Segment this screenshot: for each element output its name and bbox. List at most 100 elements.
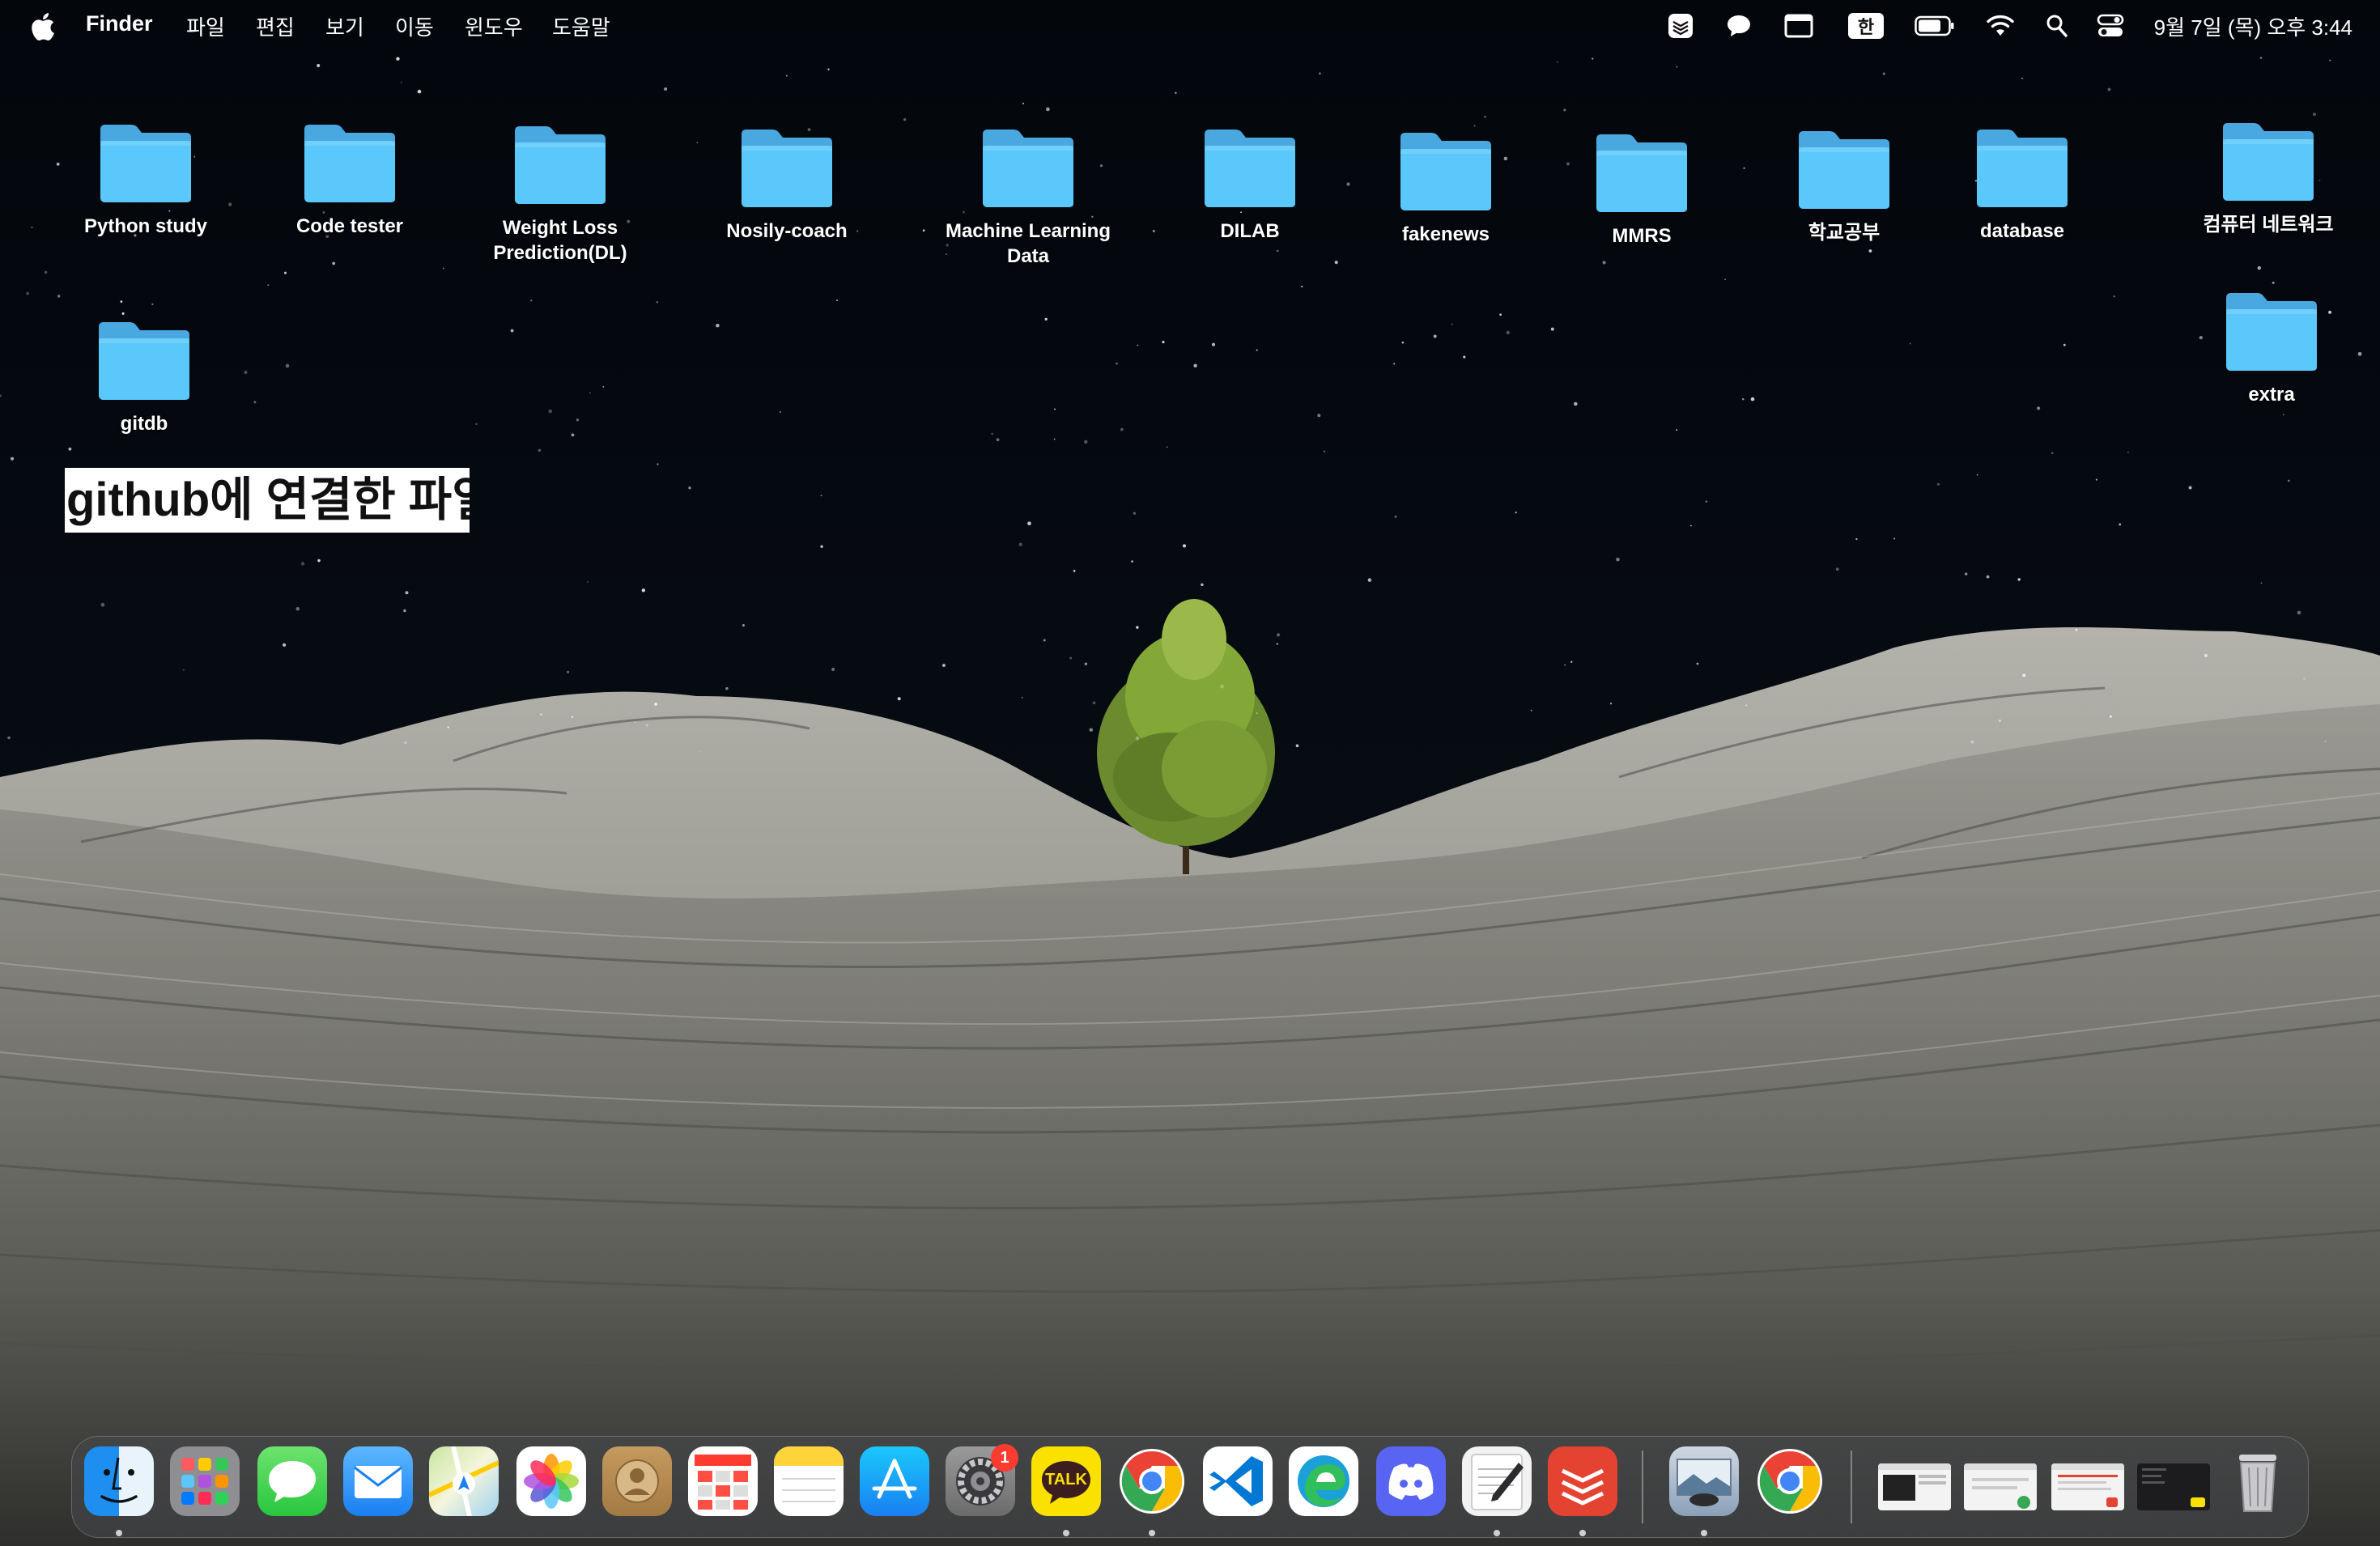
star (903, 118, 907, 121)
menu-edit[interactable]: 편집 (256, 11, 295, 41)
dock-todoist[interactable] (1548, 1446, 1617, 1516)
todoist-icon (1561, 1468, 1604, 1506)
folder-mmrs[interactable]: MMRS (1545, 131, 1739, 248)
folder-database[interactable]: database (1925, 126, 2119, 244)
spotlight-search-icon[interactable] (2043, 11, 2071, 40)
star (400, 82, 402, 84)
battery-icon[interactable] (1914, 11, 1956, 40)
star (1116, 362, 1118, 365)
star (68, 447, 72, 451)
dock-finder[interactable] (84, 1446, 154, 1516)
star (1166, 446, 1168, 448)
input-method-indicator[interactable]: 한 (1847, 11, 1885, 40)
star (1690, 525, 1692, 527)
star (1557, 61, 1558, 63)
menu-bar: Finder 파일 편집 보기 이동 윈도우 도움말 한 9월 7일 (목) 오… (0, 0, 2380, 52)
photos-icon (524, 1454, 579, 1509)
dock-chrome-2[interactable] (1755, 1446, 1825, 1516)
star (571, 716, 574, 719)
star (657, 463, 659, 465)
star (26, 291, 30, 295)
star (1976, 474, 1978, 476)
menu-bar-clock[interactable]: 9월 7일 (목) 오후 3:44 (2154, 11, 2352, 41)
star (1175, 91, 1177, 95)
star (510, 329, 514, 333)
folder-extra[interactable]: extra (2174, 290, 2369, 407)
menu-help[interactable]: 도움말 (552, 11, 610, 41)
star (120, 300, 123, 303)
dock-launchpad[interactable] (170, 1446, 240, 1516)
star (699, 750, 702, 753)
dock-kakaotalk[interactable]: TALK (1031, 1446, 1101, 1516)
wifi-icon[interactable] (1985, 11, 2016, 40)
star (2075, 628, 2078, 631)
star (1433, 334, 1437, 338)
menu-view[interactable]: 보기 (325, 11, 364, 41)
folder-machine-learning-data[interactable]: Machine Learning Data (931, 126, 1125, 269)
window-menu-icon[interactable] (1783, 11, 1815, 40)
minimized-window-3[interactable] (2051, 1463, 2124, 1510)
star (1724, 278, 1726, 281)
window-thumbnail (2051, 1463, 2124, 1507)
dock-notes[interactable] (774, 1446, 844, 1516)
dock-discord[interactable] (1376, 1446, 1446, 1516)
minimized-window-2[interactable] (1964, 1463, 2037, 1510)
dock-trash[interactable] (2223, 1446, 2293, 1516)
star (1276, 633, 1281, 637)
menu-window[interactable]: 윈도우 (465, 11, 523, 41)
folder-icon (983, 130, 1073, 207)
star (688, 486, 691, 490)
star (786, 74, 788, 77)
apple-menu-icon[interactable] (28, 11, 57, 42)
folder-code-tester[interactable]: Code tester (253, 121, 447, 239)
minimized-window-4[interactable] (2137, 1463, 2210, 1510)
trash-icon (2239, 1455, 2276, 1512)
star (742, 624, 745, 627)
dock-maps[interactable] (429, 1446, 499, 1516)
menu-file[interactable]: 파일 (186, 11, 225, 41)
dock-photos[interactable] (516, 1446, 586, 1516)
star (44, 270, 48, 274)
minimized-window-1[interactable] (1878, 1463, 1951, 1510)
star (1563, 108, 1566, 112)
folder-computer-network[interactable]: 컴퓨터 네트워크 (2171, 120, 2365, 237)
dock-mail[interactable] (343, 1446, 413, 1516)
star (1137, 344, 1139, 346)
dock-calendar[interactable] (688, 1446, 758, 1516)
dock-contacts[interactable] (602, 1446, 672, 1516)
folder-school-study[interactable]: 학교공부 (1747, 128, 1941, 245)
kakaotalk-label: TALK (1045, 1471, 1087, 1489)
star (1021, 696, 1023, 699)
star (2260, 582, 2263, 584)
messages-menu-icon[interactable] (1723, 11, 1755, 40)
dock-textedit[interactable] (1462, 1446, 1532, 1516)
desktop-text-note[interactable]: github에 연결한 파일 (65, 468, 470, 533)
star (295, 606, 300, 611)
star (2272, 281, 2275, 284)
dock-app-store[interactable] (860, 1446, 929, 1516)
folder-dilab[interactable]: DILAB (1153, 126, 1347, 244)
folder-nosily-coach[interactable]: Nosily-coach (690, 126, 884, 244)
star (1676, 66, 1678, 68)
control-center-icon[interactable] (2095, 11, 2126, 40)
textedit-icon (1471, 1454, 1524, 1510)
dock-chrome[interactable] (1117, 1446, 1187, 1516)
dock-edge[interactable] (1289, 1446, 1358, 1516)
star (1319, 72, 1321, 75)
star (634, 721, 636, 724)
menu-app-finder[interactable]: Finder (86, 11, 153, 36)
todoist-menu-icon[interactable] (1666, 11, 1695, 40)
dock-preview[interactable] (1669, 1446, 1739, 1516)
folder-weight-loss-prediction[interactable]: Weight Loss Prediction(DL) (463, 123, 657, 265)
star (1136, 626, 1139, 629)
menu-go[interactable]: 이동 (395, 11, 434, 41)
folder-gitdb[interactable]: gitdb (47, 319, 241, 436)
star (1965, 572, 1968, 576)
folder-python-study[interactable]: Python study (49, 121, 243, 239)
star (57, 295, 61, 298)
star (567, 670, 570, 673)
dock-vscode[interactable] (1203, 1446, 1273, 1516)
folder-fakenews[interactable]: fakenews (1349, 130, 1543, 247)
dock-messages[interactable] (257, 1446, 327, 1516)
star (831, 668, 835, 671)
